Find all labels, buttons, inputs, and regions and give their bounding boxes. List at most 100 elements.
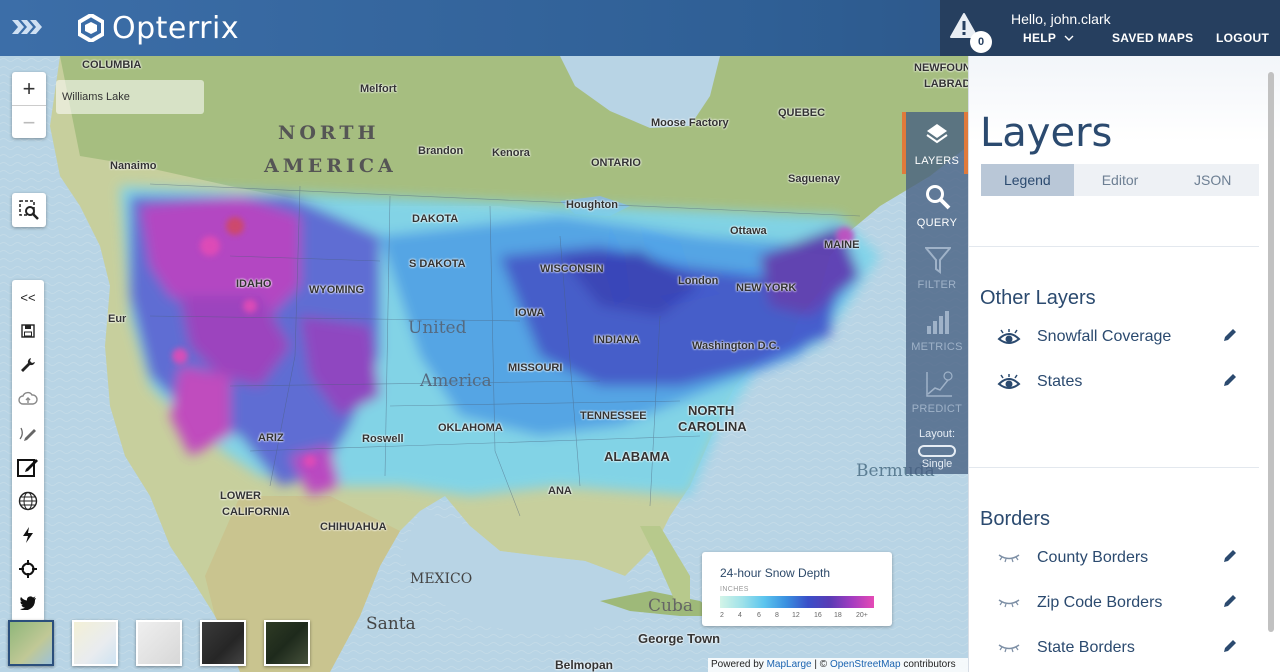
settings-button[interactable] bbox=[12, 348, 44, 382]
help-menu[interactable]: HELP bbox=[1023, 31, 1074, 45]
map-canvas[interactable]: COLUMBIA Melfort NORTH AMERICA Brandon K… bbox=[0, 56, 968, 672]
map-label: Washington D.C. bbox=[692, 340, 780, 352]
edit-button[interactable] bbox=[12, 450, 44, 484]
other-layers-title: Other Layers bbox=[980, 287, 1096, 309]
predict-tool[interactable]: PREDICT bbox=[906, 360, 968, 422]
map-label: Saguenay bbox=[788, 173, 840, 185]
basemap-gray[interactable] bbox=[136, 620, 182, 666]
osm-link[interactable]: OpenStreetMap bbox=[830, 659, 901, 670]
globe-icon bbox=[18, 491, 38, 511]
location-search bbox=[56, 80, 204, 114]
layers-tool[interactable]: LAYERS bbox=[902, 112, 968, 174]
quick-action-button[interactable] bbox=[12, 518, 44, 552]
map-label: Roswell bbox=[362, 433, 404, 445]
map-label: IDAHO bbox=[236, 278, 272, 290]
locate-button[interactable] bbox=[12, 552, 44, 586]
layer-row-zip[interactable]: Zip Code Borders bbox=[997, 592, 1247, 616]
pencil-icon[interactable] bbox=[1223, 639, 1237, 653]
query-tool[interactable]: QUERY bbox=[906, 174, 968, 236]
map-label: ONTARIO bbox=[591, 157, 641, 169]
map-label: George Town bbox=[638, 631, 721, 646]
map-label: ARIZ bbox=[258, 432, 284, 444]
panel-scrollbar[interactable] bbox=[1268, 72, 1274, 632]
filter-tool[interactable]: FILTER bbox=[906, 236, 968, 298]
toolbar-collapse-button[interactable]: << bbox=[12, 280, 44, 314]
cloud-upload-button[interactable] bbox=[12, 382, 44, 416]
attribution-sep: | © bbox=[811, 659, 830, 670]
layer-row-county[interactable]: County Borders bbox=[997, 547, 1247, 571]
location-search-input[interactable] bbox=[56, 80, 204, 114]
maplarge-link[interactable]: MapLarge bbox=[767, 659, 812, 670]
map-label: Santa bbox=[366, 614, 416, 634]
search-icon bbox=[926, 185, 951, 210]
app-logo[interactable]: Opterrix bbox=[78, 10, 239, 46]
map-label: INDIANA bbox=[594, 334, 640, 346]
alert-count-badge[interactable]: 0 bbox=[970, 31, 992, 53]
metrics-tool[interactable]: METRICS bbox=[906, 298, 968, 360]
filter-tool-label: FILTER bbox=[917, 279, 957, 291]
pencil-icon[interactable] bbox=[1223, 549, 1237, 563]
legend-tick: 12 bbox=[792, 612, 800, 619]
app-name: Opterrix bbox=[112, 10, 240, 46]
zoom-to-selection-button[interactable] bbox=[12, 193, 46, 227]
help-label: HELP bbox=[1023, 31, 1056, 45]
map-label: LOWER bbox=[220, 490, 261, 502]
crosshair-icon bbox=[19, 560, 37, 578]
pencil-draw-icon bbox=[19, 427, 36, 441]
tab-editor[interactable]: Editor bbox=[1074, 164, 1167, 196]
pencil-icon[interactable] bbox=[1223, 373, 1237, 387]
map-label: Melfort bbox=[360, 83, 397, 95]
zoom-selection-icon bbox=[19, 200, 39, 220]
map-label: NEWFOUNDL bbox=[914, 62, 968, 74]
eye-closed-icon[interactable] bbox=[997, 640, 1021, 654]
basemap-dark[interactable] bbox=[200, 620, 246, 666]
attribution-prefix: Powered by bbox=[711, 659, 767, 670]
tab-json[interactable]: JSON bbox=[1166, 164, 1259, 196]
layer-name: Snowfall Coverage bbox=[1037, 328, 1172, 345]
map-label: Kenora bbox=[492, 147, 530, 159]
eye-open-icon[interactable] bbox=[997, 329, 1021, 347]
zoom-out-button[interactable]: − bbox=[12, 105, 46, 138]
layer-row-state-borders[interactable]: State Borders bbox=[997, 637, 1247, 661]
borders-title: Borders bbox=[980, 508, 1051, 530]
eye-closed-icon[interactable] bbox=[997, 550, 1021, 564]
metrics-tool-label: METRICS bbox=[911, 341, 963, 353]
draw-button[interactable] bbox=[12, 416, 44, 450]
tab-legend[interactable]: Legend bbox=[981, 164, 1074, 196]
layer-name: States bbox=[1037, 373, 1083, 390]
layer-row-snowfall[interactable]: Snowfall Coverage bbox=[997, 326, 1247, 350]
map-label: Cuba bbox=[648, 596, 693, 616]
filter-icon bbox=[925, 247, 951, 274]
saved-maps-link[interactable]: SAVED MAPS bbox=[1112, 31, 1193, 45]
twitter-button[interactable] bbox=[12, 586, 44, 620]
legend-title: 24-hour Snow Depth bbox=[720, 566, 831, 580]
map-label: QUEBEC bbox=[778, 107, 826, 119]
map-label: Nanaimo bbox=[110, 160, 157, 172]
basemap-satellite[interactable] bbox=[8, 620, 54, 666]
map-label: ALABAMA bbox=[604, 449, 670, 464]
map-label: Houghton bbox=[566, 199, 618, 211]
map-toolbar: << bbox=[12, 280, 44, 622]
expand-menu-icon[interactable] bbox=[12, 17, 42, 37]
eye-open-icon[interactable] bbox=[997, 374, 1021, 392]
save-icon bbox=[21, 324, 35, 338]
save-button[interactable] bbox=[12, 314, 44, 348]
layer-row-states[interactable]: States bbox=[997, 371, 1247, 395]
pencil-icon[interactable] bbox=[1223, 328, 1237, 342]
eye-closed-icon[interactable] bbox=[997, 595, 1021, 609]
basemap-imagery[interactable] bbox=[264, 620, 310, 666]
map-label: MEXICO bbox=[410, 571, 473, 587]
map-label: OKLAHOMA bbox=[438, 422, 503, 434]
map-label: Belmopan bbox=[555, 658, 614, 672]
basemap-light[interactable] bbox=[72, 620, 118, 666]
map-label: WISCONSIN bbox=[540, 263, 604, 275]
logout-link[interactable]: LOGOUT bbox=[1216, 31, 1269, 45]
basemap-switcher bbox=[8, 620, 310, 666]
map-legend: 24-hour Snow Depth INCHES 2 4 6 8 12 16 … bbox=[702, 552, 892, 626]
map-label: NEW YORK bbox=[736, 282, 797, 294]
globe-button[interactable] bbox=[12, 484, 44, 518]
pencil-icon[interactable] bbox=[1223, 594, 1237, 608]
layout-toggle[interactable] bbox=[918, 445, 956, 457]
panel-tabs: Legend Editor JSON bbox=[981, 164, 1259, 196]
zoom-in-button[interactable]: + bbox=[12, 72, 46, 105]
